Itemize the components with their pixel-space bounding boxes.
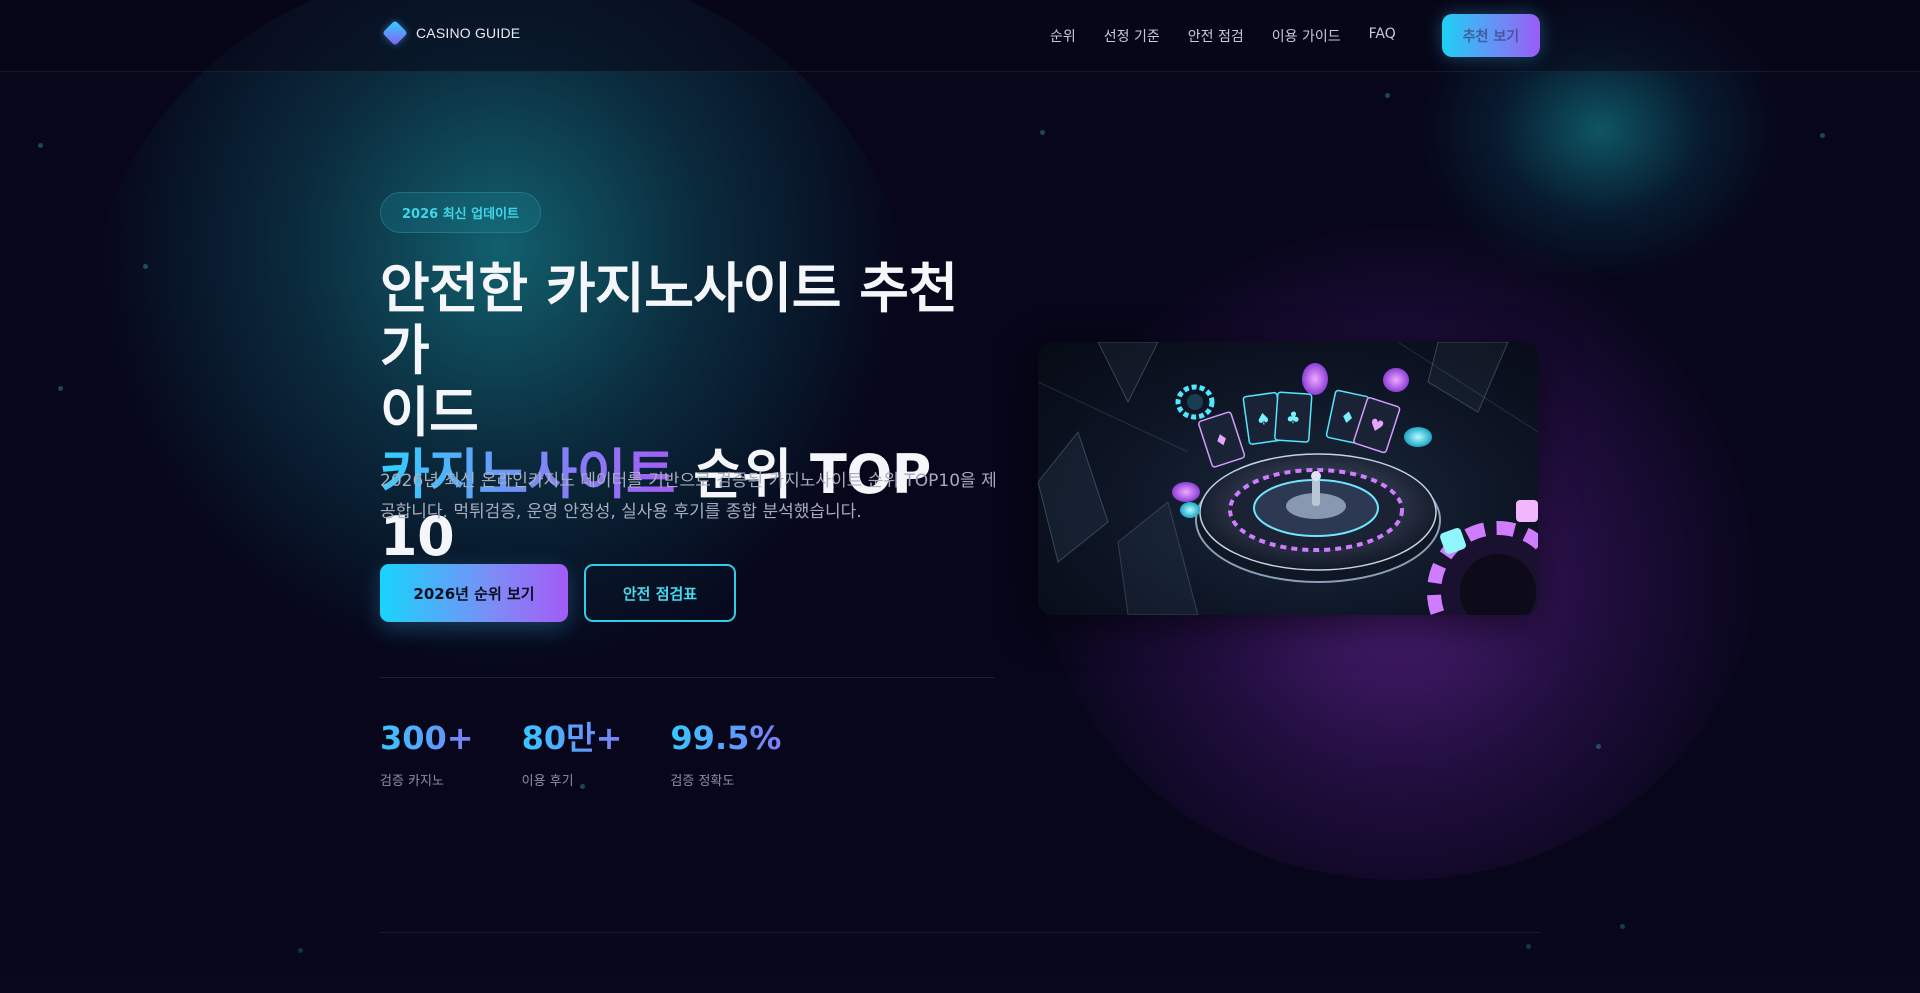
headline-line-1: 안전한 카지노사이트 추천 가 (380, 257, 958, 382)
nav-link-faq[interactable]: FAQ (1369, 26, 1396, 46)
casino-chip (1172, 482, 1200, 502)
casino-chip (1175, 384, 1215, 420)
stat-label-casinos: 검증 카지노 (380, 774, 444, 789)
background-particle (58, 386, 63, 391)
safety-checklist-button-label: 안전 점검표 (622, 584, 698, 603)
view-ranking-button-label: 2026년 순위 보기 (413, 584, 535, 603)
glass-shard (1097, 342, 1159, 404)
playing-card: ♣ (1274, 391, 1313, 443)
update-badge-label: 2026 최신 업데이트 (402, 207, 519, 222)
casino-chip (1180, 502, 1200, 518)
playing-card: ♦ (1198, 411, 1246, 468)
section-divider (380, 932, 1540, 933)
stat-value-accuracy: 99.5% (670, 716, 781, 760)
svg-text:♣: ♣ (1285, 408, 1301, 428)
background-particle (1820, 133, 1825, 138)
hero-subtitle: 2026년 최신 온라인카지노 데이터를 기반으로 검증된 카지노사이트 순위 … (380, 471, 997, 522)
headline-line-2: 이드 (380, 381, 479, 444)
recommend-button[interactable]: 추천 보기 (1442, 14, 1540, 57)
glass-crack (1038, 381, 1189, 453)
roulette-illustration: ♦ ♠ ♣ ♦ ♥ (1038, 342, 1538, 615)
nav-link-ranking[interactable]: 순위 (1050, 26, 1076, 46)
stat-item: 80만+ 이용 후기 (522, 716, 623, 789)
stat-label-reviews: 이용 후기 (521, 774, 574, 789)
logo-text: CASINO GUIDE (416, 25, 521, 41)
stat-item: 99.5% 검증 정확도 (670, 716, 781, 789)
nav-link-safety[interactable]: 안전 점검 (1188, 26, 1244, 46)
stat-value-casinos: 300+ (380, 716, 474, 760)
update-badge: 2026 최신 업데이트 (380, 192, 541, 233)
background-particle (1596, 744, 1601, 749)
stat-value-reviews: 80만+ (522, 716, 623, 760)
background-particle (1385, 93, 1390, 98)
large-casino-chip (1427, 500, 1538, 615)
nav-links: 순위 선정 기준 안전 점검 이용 가이드 FAQ (1050, 26, 1396, 46)
stats-row: 300+ 검증 카지노 80만+ 이용 후기 99.5% 검증 정확도 (380, 716, 781, 789)
nav-link-guide[interactable]: 이용 가이드 (1272, 26, 1341, 46)
page: CASINO GUIDE 순위 선정 기준 안전 점검 이용 가이드 FAQ 추… (0, 0, 1920, 993)
logo[interactable]: CASINO GUIDE (382, 20, 521, 46)
glass-shard (1038, 430, 1109, 563)
stat-label-accuracy: 검증 정확도 (670, 774, 735, 789)
svg-text:♠: ♠ (1255, 408, 1272, 429)
stat-item: 300+ 검증 카지노 (380, 716, 474, 789)
casino-chip (1404, 427, 1432, 447)
diamond-logo-icon (382, 20, 408, 46)
casino-chip (1302, 363, 1328, 395)
glass-shard (1427, 342, 1509, 413)
safety-checklist-button[interactable]: 안전 점검표 (584, 564, 736, 622)
casino-chip (1383, 368, 1409, 392)
top-navigation: CASINO GUIDE 순위 선정 기준 안전 점검 이용 가이드 FAQ 추… (0, 0, 1920, 72)
bottom-fade (0, 900, 1920, 993)
roulette-wheel (1195, 453, 1441, 583)
nav-link-criteria[interactable]: 선정 기준 (1104, 26, 1160, 46)
view-ranking-button[interactable]: 2026년 순위 보기 (380, 564, 568, 622)
background-particle (38, 143, 43, 148)
stats-divider (380, 677, 995, 678)
hero-roulette-image: ♦ ♠ ♣ ♦ ♥ (1038, 342, 1538, 615)
glass-shard (1117, 501, 1199, 615)
background-particle (143, 264, 148, 269)
background-particle (1040, 130, 1045, 135)
